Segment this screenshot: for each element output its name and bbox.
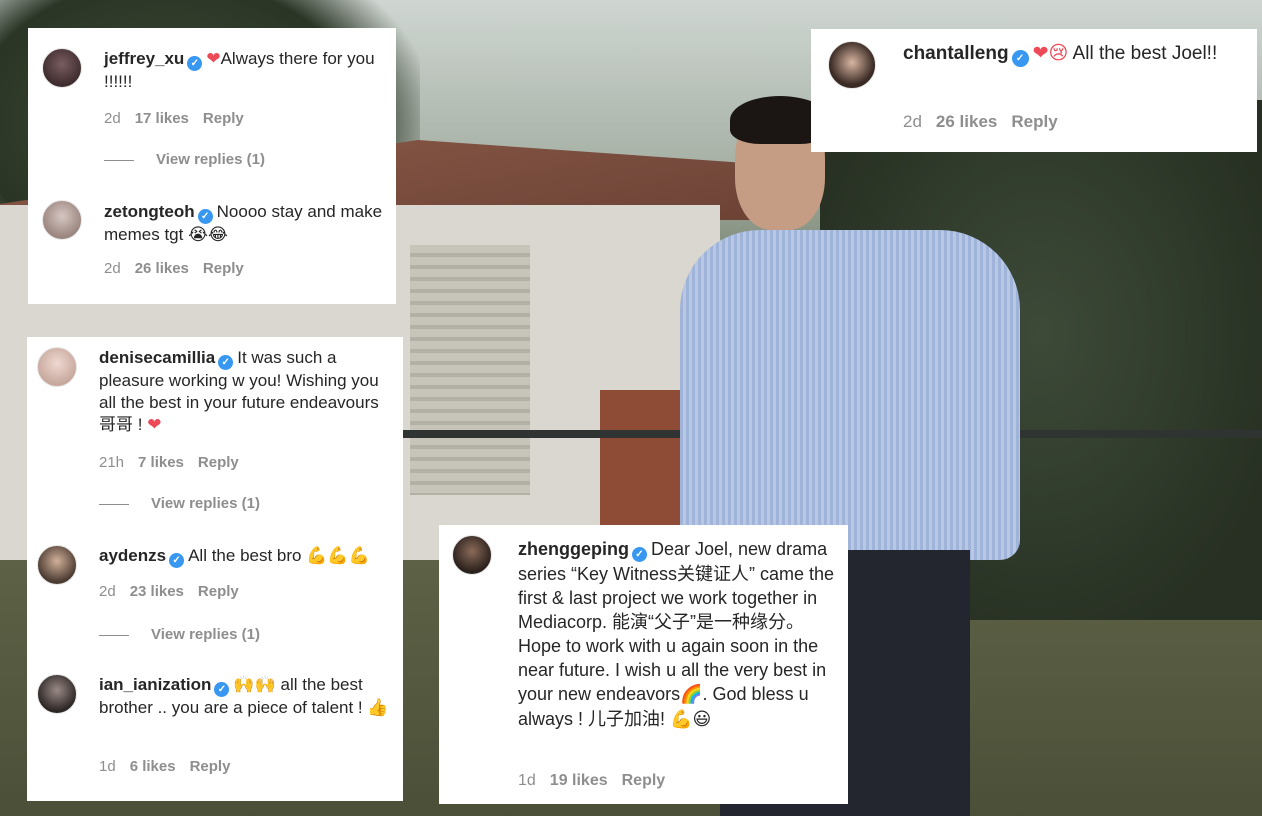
username-jeffrey[interactable]: jeffrey_xu	[104, 49, 184, 68]
comment-text-zheng: Dear Joel, new drama series “Key Witness…	[518, 539, 835, 704]
username-zetong[interactable]: zetongteoh	[104, 202, 195, 221]
username-denise[interactable]: denisecamillia	[99, 348, 215, 367]
avatar-zheng[interactable]	[452, 535, 492, 575]
avatar-chantal[interactable]	[828, 41, 876, 89]
reply-button[interactable]: Reply	[198, 454, 239, 471]
reply-button[interactable]: Reply	[190, 758, 231, 775]
view-replies-button[interactable]: View replies (1)	[99, 495, 260, 512]
heart-emoji: ❤	[206, 49, 221, 69]
flexed-biceps-emoji: 💪💪💪	[306, 546, 370, 566]
biceps-smile-emoji: 💪😃	[670, 709, 712, 730]
comment-text-ayden: All the best bro	[188, 546, 302, 565]
reply-button[interactable]: Reply	[198, 583, 239, 600]
verified-badge-icon: ✓	[1011, 50, 1029, 67]
person-shirt	[680, 230, 1020, 560]
username-zheng[interactable]: zhenggeping	[518, 539, 629, 559]
reply-button[interactable]: Reply	[622, 772, 666, 789]
comment-card-1: jeffrey_xu ✓ ❤Always there for you !!!!!! …	[28, 28, 396, 304]
timestamp: 1d	[518, 772, 536, 789]
heart-emoji: ❤	[147, 415, 162, 435]
likes-count[interactable]: 26 likes	[936, 112, 997, 131]
verified-badge-icon: ✓	[214, 682, 230, 697]
likes-count[interactable]: 23 likes	[130, 583, 184, 600]
timestamp: 2d	[903, 112, 922, 131]
avatar-denise[interactable]	[37, 347, 77, 387]
timestamp: 21h	[99, 454, 125, 471]
crying-emoji: 😭😂	[188, 225, 228, 245]
thumbs-up-emoji: 👍	[367, 698, 389, 718]
heart-sad-emoji: ❤😢	[1032, 42, 1069, 64]
verified-badge-icon: ✓	[632, 547, 647, 562]
username-ian[interactable]: ian_ianization	[99, 675, 211, 694]
verified-badge-icon: ✓	[197, 209, 213, 224]
likes-count[interactable]: 7 likes	[138, 454, 184, 471]
likes-count[interactable]: 17 likes	[135, 110, 189, 127]
verified-badge-icon: ✓	[218, 355, 234, 370]
view-replies-button[interactable]: View replies (1)	[99, 626, 260, 643]
comment-card-3: denisecamillia ✓ It was such a pleasure wo…	[27, 337, 403, 801]
timestamp: 2d	[104, 260, 121, 277]
avatar-ayden[interactable]	[37, 545, 77, 585]
verified-badge-icon: ✓	[169, 553, 185, 568]
timestamp: 2d	[99, 583, 116, 600]
username-ayden[interactable]: aydenzs	[99, 546, 166, 565]
reply-button[interactable]: Reply	[203, 260, 244, 277]
timestamp: 1d	[99, 758, 116, 775]
username-chantal[interactable]: chantalleng	[903, 43, 1009, 64]
comment-text-chantal: All the best Joel!!	[1072, 43, 1218, 64]
view-replies-button[interactable]: View replies (1)	[104, 151, 265, 168]
reply-button[interactable]: Reply	[1011, 112, 1057, 131]
likes-count[interactable]: 6 likes	[130, 758, 176, 775]
divider-line	[104, 159, 134, 161]
likes-count[interactable]: 26 likes	[135, 260, 189, 277]
likes-count[interactable]: 19 likes	[550, 772, 608, 789]
divider-line	[99, 634, 129, 636]
divider-line	[99, 503, 129, 505]
comment-card-4: zhenggeping ✓ Dear Joel, new drama series …	[439, 525, 848, 804]
timestamp: 2d	[104, 110, 121, 127]
comment-card-2: chantalleng ✓ ❤😢 All the best Joel!! 2d 26 …	[811, 29, 1257, 152]
verified-badge-icon: ✓	[187, 56, 203, 71]
raising-hands-emoji: 🙌🙌	[233, 675, 276, 695]
avatar-ian[interactable]	[37, 674, 77, 714]
reply-button[interactable]: Reply	[203, 110, 244, 127]
rainbow-emoji: 🌈	[680, 684, 703, 705]
avatar-zetong[interactable]	[42, 200, 82, 240]
avatar-jeffrey[interactable]	[42, 48, 82, 88]
window-shutter	[410, 245, 530, 495]
